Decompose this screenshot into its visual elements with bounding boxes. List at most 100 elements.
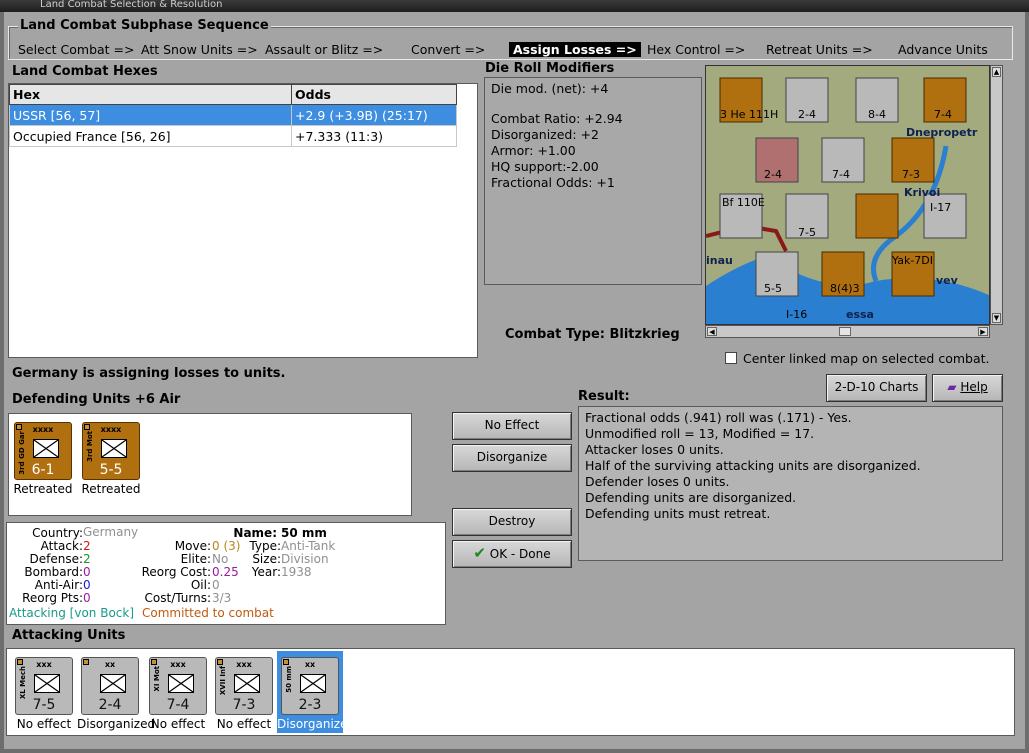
map-label: essa xyxy=(846,308,874,321)
linked-map[interactable]: 3 He 111H 2-4 8-4 7-4 Dnepropetr 2-4 7-4 7-3 Bf … xyxy=(705,65,990,325)
map-label: 7-4 xyxy=(832,168,850,181)
unit-type-icon xyxy=(168,674,194,693)
unit-counter[interactable]: xxxx 3rd GD Gar 6-1 xyxy=(14,422,72,480)
window-title: Land Combat Selection & Resolution xyxy=(40,0,223,10)
map-vscroll[interactable]: ▲ ▼ xyxy=(990,65,1003,325)
map-label: 8(4)3 xyxy=(830,282,860,295)
col-odds[interactable]: Odds xyxy=(291,84,457,105)
sequence-step[interactable]: Convert => xyxy=(411,42,485,57)
destroy-button[interactable]: Destroy xyxy=(452,508,572,536)
reorg-pts-key: Reorg Pts: xyxy=(22,591,83,605)
result-line: Defending units are disorganized. xyxy=(585,490,797,505)
drm-line: Combat Ratio: +2.94 xyxy=(491,111,623,126)
sequence-title: Land Combat Subphase Sequence xyxy=(18,18,271,33)
combat-type: Combat Type: Blitzkrieg xyxy=(505,327,680,342)
map-label: 5-5 xyxy=(764,282,782,295)
help-button[interactable]: ▰ Help xyxy=(932,374,1003,402)
drm-line: HQ support:-2.00 xyxy=(491,159,599,174)
unit-type-icon xyxy=(33,439,59,458)
odds-cell: +7.333 (11:3) xyxy=(291,125,457,147)
map-label: inau xyxy=(706,254,733,267)
unit-designation: XI Mot xyxy=(153,666,161,692)
scroll-right-arrow-icon[interactable]: ▶ xyxy=(978,327,988,336)
ok-done-button[interactable]: ✔ OK - Done xyxy=(452,540,572,568)
map-svg: 3 He 111H 2-4 8-4 7-4 Dnepropetr 2-4 7-4 7-3 Bf … xyxy=(706,66,989,324)
hscroll-thumb[interactable] xyxy=(839,327,851,336)
cost-turns-key: Cost/Turns: xyxy=(144,591,211,605)
sequence-step[interactable]: Select Combat => xyxy=(18,42,135,57)
attacking-panel: xxx XL Mech 7-5 No effect xx 2-4 Disorganized x… xyxy=(6,648,1015,736)
unit-info-panel: Country: Germany Name: 50 mm Attack: 2 M… xyxy=(6,522,446,625)
scroll-up-arrow-icon[interactable]: ▲ xyxy=(992,67,1001,77)
ok-done-label: OK - Done xyxy=(489,547,551,561)
table-row[interactable]: USSR [56, 57] +2.9 (+3.9B) (25:17) xyxy=(9,104,457,126)
sequence-step[interactable]: Assign Losses => xyxy=(509,42,641,57)
committed-status: Committed to combat xyxy=(142,606,274,620)
country-value: Germany xyxy=(83,525,139,539)
unit-counter[interactable]: xx 2-4 xyxy=(81,657,139,715)
map-label: I-16 xyxy=(786,308,807,321)
year-key: Year: xyxy=(251,565,281,579)
sequence-step[interactable]: Assault or Blitz => xyxy=(265,42,383,57)
reorg-pts-value: 0 xyxy=(83,591,91,605)
result-line: Half of the surviving attacking units ar… xyxy=(585,458,921,473)
unit-type-icon xyxy=(100,674,126,693)
cost-turns-value: 3/3 xyxy=(212,591,232,605)
unit-counter[interactable]: xxxx 3rd Mot 5-5 xyxy=(82,422,140,480)
map-label: Yak-7DI xyxy=(891,254,933,267)
sequence-step[interactable]: Advance Units xyxy=(898,42,988,57)
sequence-step[interactable]: Att Snow Units => xyxy=(141,42,258,57)
unit-counter[interactable]: xxx XI Mot 7-4 xyxy=(149,657,207,715)
disorganize-button[interactable]: Disorganize xyxy=(452,444,572,472)
unit-status: Disorganized xyxy=(277,717,356,731)
center-map-label: Center linked map on selected combat. xyxy=(743,351,990,366)
unit-counter[interactable]: xxx XL Mech 7-5 xyxy=(15,657,73,715)
map-hscroll[interactable]: ◀ ▶ xyxy=(705,325,990,338)
hex-cell: USSR [56, 57] xyxy=(9,104,292,126)
no-effect-button[interactable]: No Effect xyxy=(452,412,572,440)
scroll-down-arrow-icon[interactable]: ▼ xyxy=(992,313,1001,323)
odds-cell: +2.9 (+3.9B) (25:17) xyxy=(291,104,457,126)
sequence-step[interactable]: Retreat Units => xyxy=(766,42,873,57)
map-label: 2-4 xyxy=(798,108,816,121)
col-hex[interactable]: Hex xyxy=(9,84,292,105)
attacking-hq: Attacking [von Bock] xyxy=(9,606,135,620)
map-label: 3 He 111H xyxy=(720,108,778,121)
unit-values: 7-3 xyxy=(232,697,256,713)
unit-values: 5-5 xyxy=(99,462,123,478)
hexes-table: Hex Odds USSR [56, 57] +2.9 (+3.9B) (25:1… xyxy=(9,84,457,147)
scroll-left-arrow-icon[interactable]: ◀ xyxy=(707,327,717,336)
status-text: Germany is assigning losses to units. xyxy=(12,366,286,381)
unit-size: xx xyxy=(104,660,116,669)
unit-status: No effect xyxy=(16,717,72,731)
result-title: Result: xyxy=(578,389,630,404)
drm-line: Armor: +1.00 xyxy=(491,143,576,158)
help-book-icon: ▰ xyxy=(947,380,957,394)
unit-designation: XVII Inf xyxy=(219,666,227,696)
drm-net: Die mod. (net): +4 xyxy=(491,81,609,96)
unit-status: Retreated xyxy=(81,482,141,496)
hexes-table-panel: Hex Odds USSR [56, 57] +2.9 (+3.9B) (25:1… xyxy=(8,83,478,358)
map-label: vev xyxy=(936,274,959,287)
help-label: Help xyxy=(960,380,988,394)
table-row[interactable]: Occupied France [56, 26] +7.333 (11:3) xyxy=(9,125,457,147)
unit-designation: XL Mech xyxy=(19,666,27,700)
unit-status: Disorganized xyxy=(77,717,156,731)
year-value: 1938 xyxy=(281,565,312,579)
unit-values: 7-5 xyxy=(32,697,56,713)
unit-counter[interactable]: xxx XVII Inf 7-3 xyxy=(215,657,273,715)
unit-status: No effect xyxy=(216,717,272,731)
charts-button[interactable]: 2-D-10 Charts xyxy=(826,374,927,402)
unit-type-icon xyxy=(300,674,326,693)
unit-values: 6-1 xyxy=(31,462,55,478)
center-map-checkbox[interactable] xyxy=(725,352,737,364)
sequence-step[interactable]: Hex Control => xyxy=(647,42,745,57)
result-line: Defending units must retreat. xyxy=(585,506,771,521)
hexes-title: Land Combat Hexes xyxy=(12,64,158,79)
drm-title: Die Roll Modifiers xyxy=(485,61,615,76)
unit-counter[interactable]: xx 50 mm 2-3 xyxy=(281,657,339,715)
map-label: 7-3 xyxy=(902,168,920,181)
hex-cell: Occupied France [56, 26] xyxy=(9,125,292,147)
map-label: Dnepropetr xyxy=(906,126,978,139)
map-label: 8-4 xyxy=(868,108,886,121)
